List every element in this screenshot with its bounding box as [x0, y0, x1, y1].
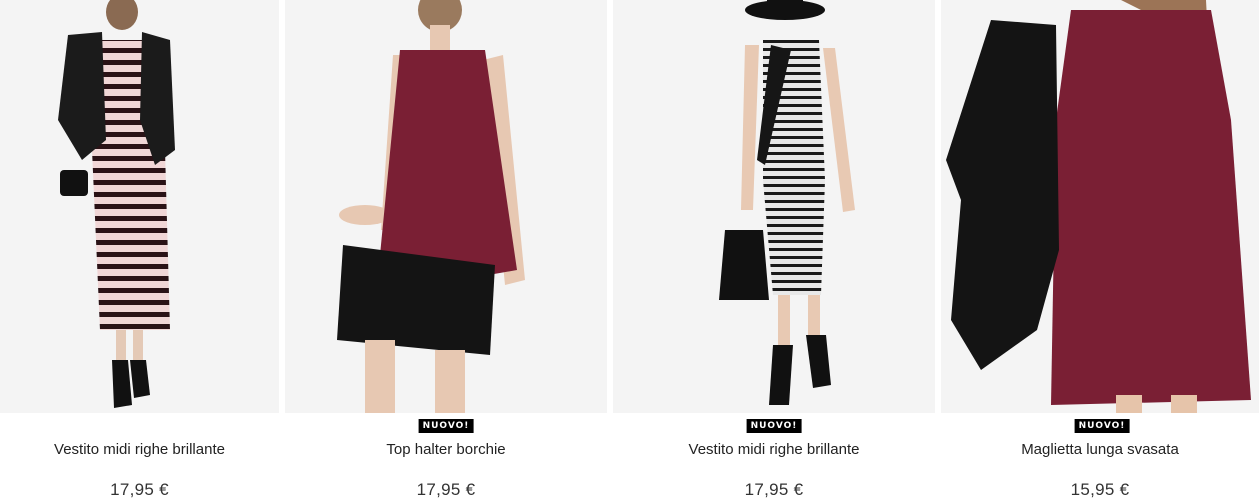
product-image[interactable]: [613, 0, 935, 413]
product-card-4[interactable]: NUOVO! Maglietta lunga svasata 15,95 €: [941, 0, 1259, 499]
product-image[interactable]: [0, 0, 279, 413]
product-name[interactable]: Vestito midi righe brillante: [613, 441, 935, 458]
product-name[interactable]: Top halter borchie: [285, 441, 607, 458]
product-name[interactable]: Vestito midi righe brillante: [0, 441, 279, 458]
product-card-3[interactable]: NUOVO! Vestito midi righe brillante 17,9…: [613, 0, 935, 499]
new-badge: NUOVO!: [1074, 419, 1130, 433]
product-card-2[interactable]: NUOVO! Top halter borchie 17,95 €: [285, 0, 607, 499]
product-image[interactable]: [285, 0, 607, 413]
new-badge: NUOVO!: [418, 419, 474, 433]
product-price: 15,95 €: [1070, 480, 1130, 499]
new-badge: NUOVO!: [746, 419, 802, 433]
product-price: 17,95 €: [416, 480, 476, 499]
product-name[interactable]: Maglietta lunga svasata: [941, 441, 1259, 458]
product-price: 17,95 €: [744, 480, 804, 499]
product-card-1[interactable]: Vestito midi righe brillante 17,95 €: [0, 0, 279, 499]
product-image[interactable]: [941, 0, 1259, 413]
product-price: 17,95 €: [110, 480, 169, 499]
